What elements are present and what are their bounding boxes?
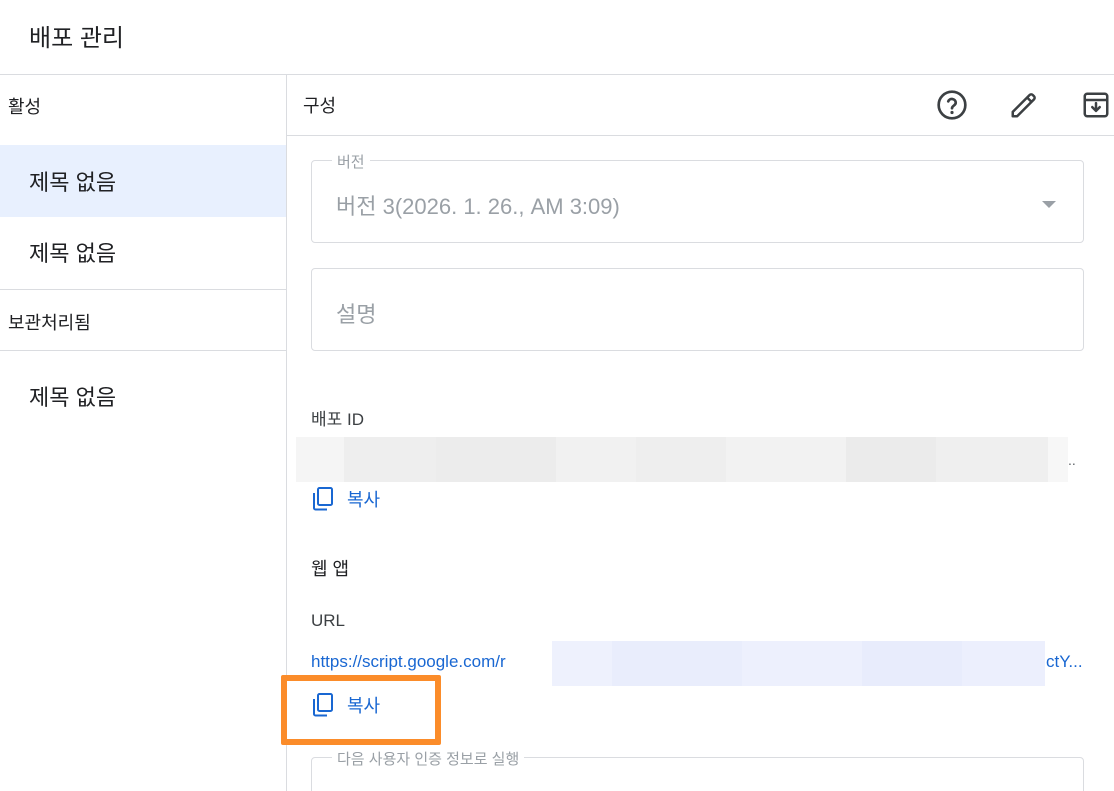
active-section-header: 활성 xyxy=(8,97,42,117)
archived-header-divider xyxy=(0,350,286,351)
dialog-title: 배포 관리 xyxy=(29,25,124,52)
description-field[interactable]: 설명 xyxy=(311,268,1084,351)
copy-deployment-id-button[interactable]: 복사 xyxy=(311,486,380,512)
version-legend: 버전 xyxy=(332,151,370,172)
dropdown-caret-icon xyxy=(1042,201,1056,208)
version-value: 버전 3(2026. 1. 26., AM 3:09) xyxy=(336,194,620,219)
edit-icon[interactable] xyxy=(1007,88,1041,122)
copy-icon xyxy=(313,487,333,511)
archived-section-header: 보관처리됨 xyxy=(8,313,91,333)
url-redacted xyxy=(552,641,1045,686)
webapp-heading: 웹 앱 xyxy=(311,559,350,579)
url-label: URL xyxy=(311,611,346,630)
deployment-id-ellipsis: .. xyxy=(1068,452,1076,468)
version-select[interactable]: 버전 버전 3(2026. 1. 26., AM 3:09) xyxy=(311,151,1084,243)
url-prefix: https://script.google.com/r xyxy=(311,652,506,671)
deployment-id-label: 배포 ID xyxy=(311,410,365,429)
execute-as-legend: 다음 사용자 인증 정보로 실행 xyxy=(332,748,525,769)
archive-icon[interactable] xyxy=(1079,88,1113,122)
deployment-id-redacted xyxy=(296,437,1068,482)
config-header-divider xyxy=(287,135,1114,136)
execute-as-select[interactable]: 다음 사용자 인증 정보로 실행 xyxy=(311,748,1084,791)
description-placeholder: 설명 xyxy=(336,302,377,327)
url-suffix: ctY... xyxy=(1046,652,1083,671)
highlight-box xyxy=(281,675,441,745)
config-title: 구성 xyxy=(303,96,337,116)
deployment-item-archived-1[interactable]: 제목 없음 xyxy=(0,360,286,432)
deployment-item-label: 제목 없음 xyxy=(29,170,117,195)
webapp-url-link[interactable]: https://script.google.com/r xyxy=(311,652,506,672)
copy-label: 복사 xyxy=(347,490,381,510)
deployment-item-label: 제목 없음 xyxy=(29,241,117,266)
title-divider xyxy=(0,74,1114,75)
deployment-item-active-2[interactable]: 제목 없음 xyxy=(0,216,286,288)
deployment-item-label: 제목 없음 xyxy=(29,385,117,410)
help-icon[interactable] xyxy=(935,88,969,122)
active-section-divider xyxy=(0,289,286,290)
deployment-item-active-1[interactable]: 제목 없음 xyxy=(0,145,286,217)
